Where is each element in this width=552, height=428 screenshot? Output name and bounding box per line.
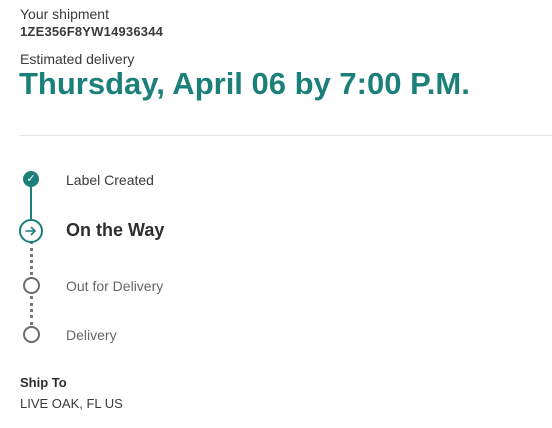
step-label-on-the-way: On the Way bbox=[66, 220, 165, 240]
empty-circle-icon bbox=[23, 277, 40, 294]
tracking-number: 1ZE356F8YW14936344 bbox=[20, 24, 164, 39]
timeline-connector-pending bbox=[30, 241, 36, 275]
step-label-delivery: Delivery bbox=[66, 327, 117, 343]
empty-circle-icon bbox=[23, 326, 40, 343]
timeline-connector-complete bbox=[30, 186, 32, 220]
divider bbox=[20, 135, 552, 136]
estimated-delivery-date: Thursday, April 06 by 7:00 P.M. bbox=[19, 66, 470, 101]
arrow-right-icon bbox=[19, 219, 43, 243]
step-label-created: Label Created bbox=[66, 172, 154, 188]
check-icon: ✓ bbox=[23, 171, 39, 187]
shipment-label: Your shipment bbox=[20, 6, 109, 22]
ship-to-label: Ship To bbox=[20, 375, 67, 390]
tracking-page: Your shipment 1ZE356F8YW14936344 Estimat… bbox=[0, 0, 552, 428]
step-label-out-for-delivery: Out for Delivery bbox=[66, 278, 164, 294]
estimated-delivery-label: Estimated delivery bbox=[20, 51, 135, 67]
timeline-connector-pending bbox=[30, 296, 36, 325]
ship-to-value: LIVE OAK, FL US bbox=[20, 396, 123, 411]
